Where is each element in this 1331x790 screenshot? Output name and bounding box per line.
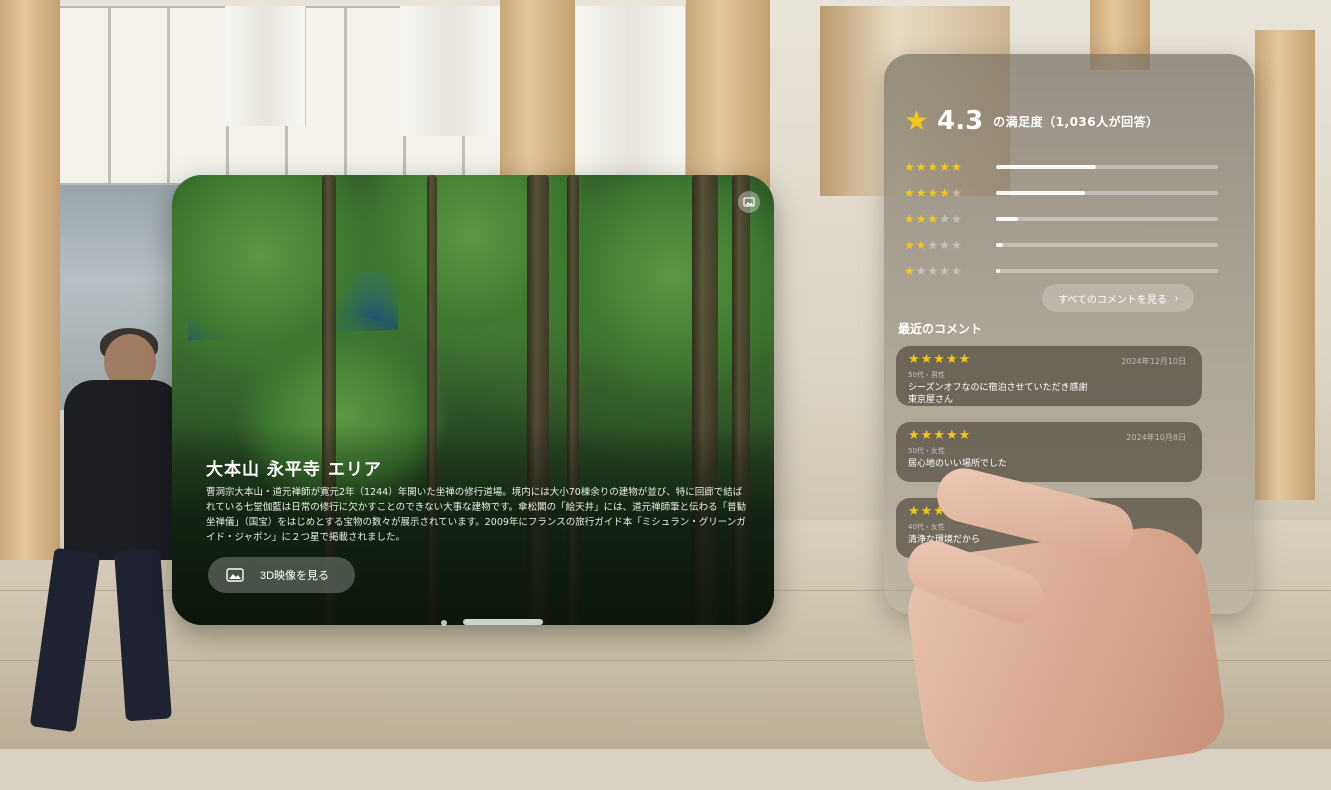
rating-score: 4.3 [937, 106, 984, 136]
rating-bar [996, 191, 1218, 195]
star-icon: ★ [915, 264, 928, 278]
pillar [1255, 30, 1315, 500]
star-icon: ★ [904, 186, 916, 200]
rating-bar [996, 217, 1218, 221]
comment-date: 2024年10月8日 [1126, 433, 1186, 442]
rating-bar [996, 243, 1218, 247]
star-icon: ★ [904, 264, 916, 278]
pillar [500, 0, 575, 200]
rating-row-stars: ★★★★★ [904, 238, 986, 252]
star-icon: ★ [927, 238, 940, 252]
star-icon: ★ [904, 212, 916, 226]
area-title: 大本山 永平寺 エリア [206, 460, 382, 480]
rating-bar-fill [996, 191, 1085, 195]
pillar [0, 0, 60, 560]
rating-row-stars: ★★★★★ [904, 264, 986, 278]
star-icon: ★ [939, 264, 952, 278]
star-icon: ★ [939, 186, 952, 200]
rating-row-stars: ★★★★★ [904, 212, 986, 226]
rating-row-1: ★★★★★ [904, 264, 1218, 278]
rating-bar [996, 165, 1218, 169]
comment-stars: ★★★★★ [908, 352, 972, 367]
star-icon: ★ [904, 104, 930, 137]
star-icon: ★ [927, 160, 940, 174]
photo-icon-glyph [743, 197, 755, 207]
rating-bar-fill [996, 269, 1001, 273]
star-icon: ★ [915, 186, 928, 200]
curtain [225, 6, 306, 126]
star-icon: ★ [915, 238, 928, 252]
rating-row-stars: ★★★★★ [904, 186, 986, 200]
rating-bar [996, 269, 1218, 273]
rating-row-2: ★★★★★ [904, 238, 1218, 252]
window-close-dot[interactable] [441, 620, 447, 626]
pillar [686, 0, 770, 200]
star-icon: ★ [939, 238, 952, 252]
star-icon: ★ [939, 212, 952, 226]
rating-count: の満足度（1,036人が回答） [993, 114, 1159, 129]
star-icon: ★ [951, 264, 963, 278]
media-window: 大本山 永平寺 エリア 曹洞宗大本山・道元禅師が寛元2年（1244）年開いた坐禅… [172, 175, 774, 625]
curtain [575, 6, 686, 186]
star-icon: ★ [951, 212, 963, 226]
rating-summary: ★ 4.3 の満足度（1,036人が回答） [904, 106, 1159, 136]
star-icon: ★ [904, 160, 916, 174]
star-icon: ★ [951, 160, 963, 174]
chevron-right-icon: › [1174, 292, 1179, 304]
comment-author: 50代・男性 [908, 371, 945, 379]
window-grab-bar[interactable] [463, 619, 543, 625]
all-comments-button[interactable]: すべてのコメントを見る › [1042, 284, 1195, 312]
comment-author: 50代・女性 [908, 447, 945, 455]
all-comments-label: すべてのコメントを見る [1058, 294, 1167, 306]
comment-text: シーズンオフなのに宿泊させていただき感謝 東京屋さん [908, 383, 1088, 405]
area-description: 曹洞宗大本山・道元禅師が寛元2年（1244）年開いた坐禅の修行道場。境内には大小… [206, 487, 747, 543]
rating-row-3: ★★★★★ [904, 212, 1218, 226]
star-icon: ★ [927, 212, 940, 226]
comment-author: 40代・女性 [908, 523, 945, 531]
curtain [400, 6, 501, 136]
star-icon: ★ [951, 186, 963, 200]
recent-comments-heading: 最近のコメント [898, 322, 983, 336]
star-icon: ★ [927, 264, 940, 278]
rating-row-stars: ★★★★★ [904, 160, 986, 174]
3d-video-icon [224, 567, 246, 583]
comment-card[interactable]: ★★★★★ 2024年12月10日 50代・男性シーズンオフなのに宿泊させていただき… [896, 346, 1202, 406]
star-icon: ★ [927, 186, 940, 200]
view-3d-label: 3D映像を見る [260, 570, 330, 582]
person-body [64, 380, 182, 560]
rating-row-4: ★★★★★ [904, 186, 1218, 200]
comment-stars: ★★★★★ [908, 428, 972, 443]
rating-row-5: ★★★★★ [904, 160, 1218, 174]
star-icon: ★ [939, 160, 952, 174]
comment-date: 2024年12月10日 [1121, 357, 1186, 366]
photo-icon[interactable] [738, 191, 760, 213]
rating-bar-fill [996, 217, 1019, 221]
rating-bar-fill [996, 165, 1096, 169]
comment-text: 居心地のいい場所でした [908, 459, 1008, 469]
star-icon: ★ [915, 212, 928, 226]
star-icon: ★ [904, 238, 916, 252]
star-icon: ★ [951, 238, 963, 252]
comment-card[interactable]: ★★★★★ 2024年10月8日 50代・女性居心地のいい場所でした [896, 422, 1202, 482]
star-icon: ★ [915, 160, 928, 174]
view-3d-button[interactable]: 3D映像を見る [208, 557, 356, 593]
rating-bar-fill [996, 243, 1003, 247]
